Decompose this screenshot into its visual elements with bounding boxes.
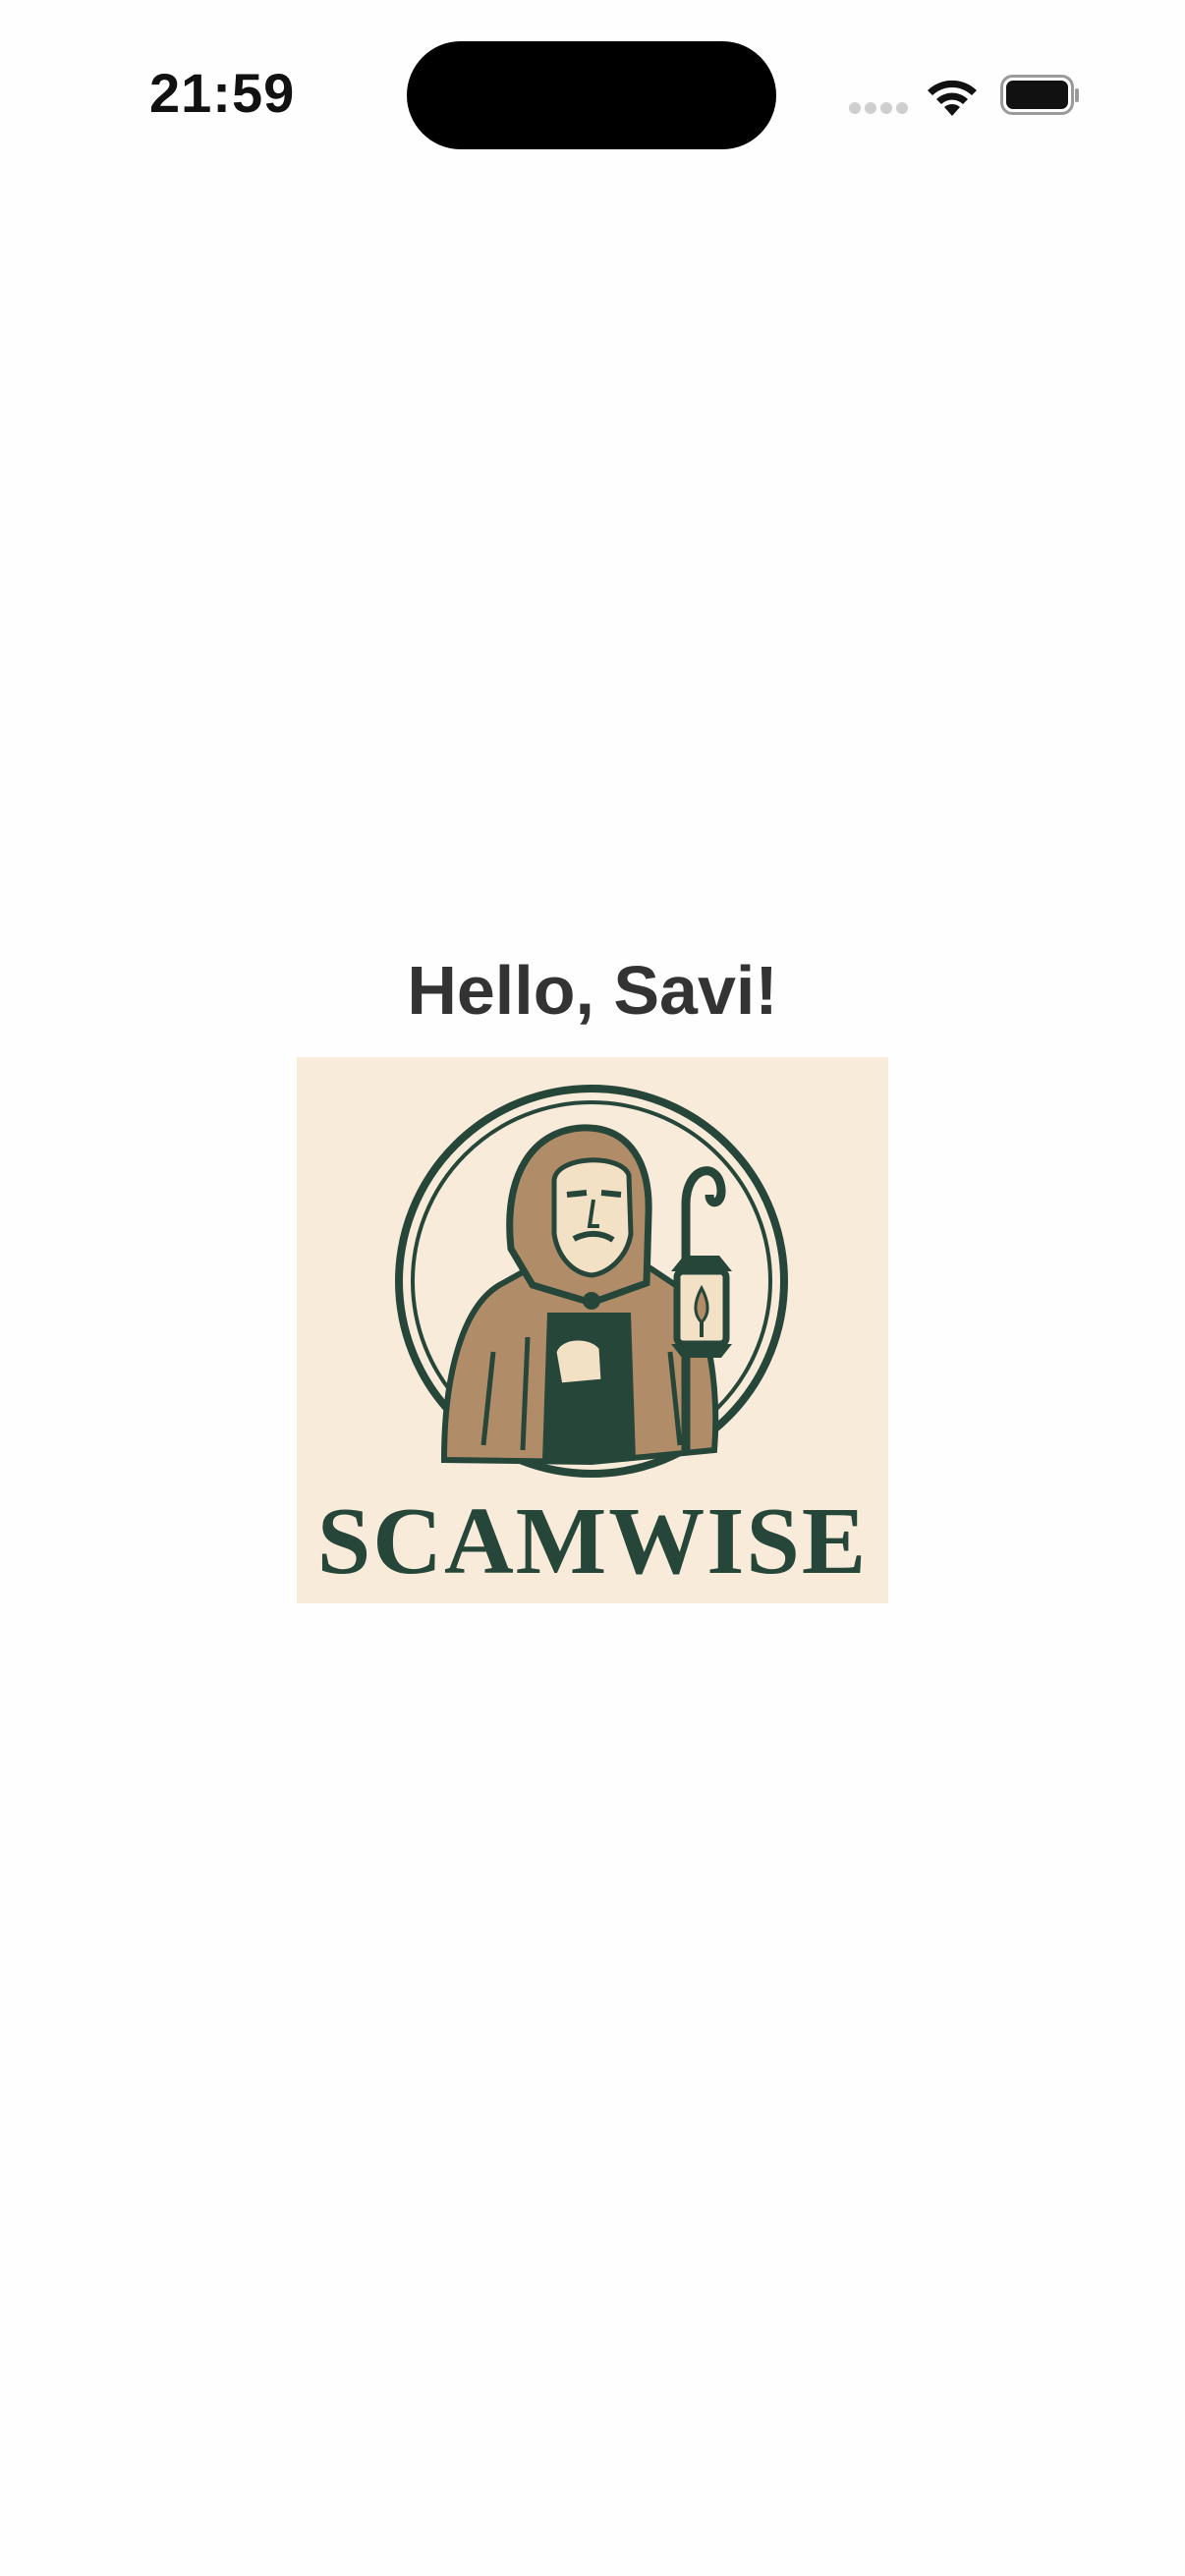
dynamic-island [407,41,776,149]
cellular-signal-icon [849,102,908,116]
logo-wordmark: SCAMWISE [316,1488,869,1595]
battery-icon [1000,75,1079,115]
scamwise-logo: SCAMWISE [297,1057,888,1603]
wifi-icon [928,80,977,116]
greeting-heading: Hello, Savi! [407,952,778,1029]
status-time: 21:59 [149,62,296,124]
status-bar: 21:59 [0,0,1185,187]
